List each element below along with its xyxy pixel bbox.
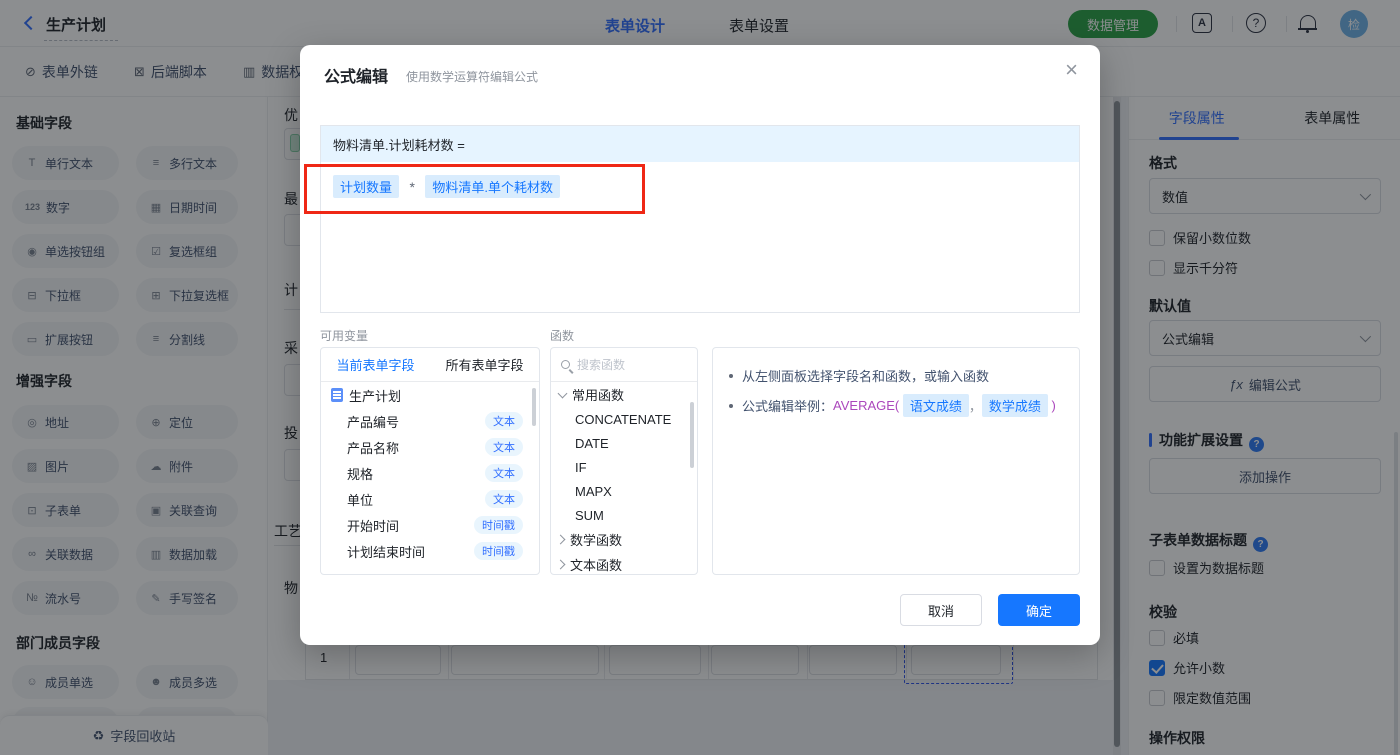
scrollbar-thumb[interactable] — [690, 402, 694, 468]
formula-editor: 物料清单.计划耗材数 = 计划数量 * 物料清单.单个耗材数 — [320, 125, 1080, 313]
variables-panel: 当前表单字段 所有表单字段 生产计划 产品编号 文本 产品名称 文本 规格 文本 单位… — [320, 347, 540, 575]
formula-target: 物料清单.计划耗材数 = — [321, 126, 1079, 162]
variable-item[interactable]: 产品编号 文本 — [321, 408, 539, 434]
function-item[interactable]: MAPX — [551, 479, 697, 503]
functions-label: 函数 — [550, 329, 575, 343]
function-item[interactable]: DATE — [551, 431, 697, 455]
scrollbar-thumb[interactable] — [532, 388, 536, 426]
type-badge: 文本 — [485, 412, 523, 430]
type-badge: 时间戳 — [474, 516, 523, 534]
formula-editor-dialog: 公式编辑 使用数学运算符编辑公式 × 物料清单.计划耗材数 = 计划数量 * 物… — [300, 45, 1100, 645]
search-placeholder: 搜索函数 — [577, 358, 626, 372]
dialog-title: 公式编辑 — [324, 69, 389, 86]
chevron-right-icon — [555, 559, 566, 570]
bullet-icon — [729, 403, 733, 408]
tab-all-form-fields[interactable]: 所有表单字段 — [430, 348, 539, 381]
cancel-button[interactable]: 取消 — [900, 594, 982, 626]
function-search[interactable]: 搜索函数 — [551, 348, 697, 382]
red-annotation-box — [304, 164, 645, 214]
functions-panel: 搜索函数 常用函数 CONCATENATE DATE IF MAPX SUM 数… — [550, 347, 698, 575]
function-item[interactable]: SUM — [551, 503, 697, 527]
help-line-2: 公式编辑举例： AVERAGE( 语文成绩 ， 数学成绩 ) — [729, 394, 1056, 417]
tab-current-form-fields[interactable]: 当前表单字段 — [321, 348, 430, 381]
example-field-chip: 数学成绩 — [981, 394, 1048, 417]
example-field-chip: 语文成绩 — [902, 394, 969, 417]
function-group-text[interactable]: 文本函数 — [551, 552, 697, 574]
variable-item[interactable]: 规格 文本 — [321, 460, 539, 486]
type-badge: 文本 — [485, 438, 523, 456]
chevron-right-icon — [555, 534, 566, 545]
function-item[interactable]: CONCATENATE — [551, 407, 697, 431]
function-group-common[interactable]: 常用函数 — [551, 382, 697, 407]
type-badge: 文本 — [485, 464, 523, 482]
dialog-subtitle: 使用数学运算符编辑公式 — [406, 70, 539, 84]
type-badge: 时间戳 — [474, 542, 523, 560]
type-badge: 文本 — [485, 490, 523, 508]
help-line-1: 从左侧面板选择字段名和函数，或输入函数 — [729, 366, 989, 385]
variables-tabs: 当前表单字段 所有表单字段 — [321, 348, 539, 382]
chevron-down-icon — [557, 388, 568, 398]
variables-label: 可用变量 — [320, 329, 369, 343]
form-doc-icon — [331, 388, 343, 402]
variable-item[interactable]: 开始时间 时间戳 — [321, 512, 539, 538]
variable-item[interactable]: 产品名称 文本 — [321, 434, 539, 460]
search-icon — [561, 360, 570, 369]
variable-item[interactable]: 单位 文本 — [321, 486, 539, 512]
function-group-math[interactable]: 数学函数 — [551, 527, 697, 552]
close-icon[interactable]: × — [1065, 59, 1078, 81]
app-window: 生产计划 表单设计 表单设置 数据管理 A ? 检 ⊘ 表单外链 ⊠ 后端脚本 … — [0, 0, 1400, 755]
help-panel: 从左侧面板选择字段名和函数，或输入函数 公式编辑举例： AVERAGE( 语文成… — [712, 347, 1080, 575]
tree-root-form[interactable]: 生产计划 — [321, 382, 539, 408]
bullet-icon — [729, 373, 733, 378]
confirm-button[interactable]: 确定 — [998, 594, 1080, 626]
function-item[interactable]: IF — [551, 455, 697, 479]
variable-item[interactable]: 计划结束时间 时间戳 — [321, 538, 539, 564]
